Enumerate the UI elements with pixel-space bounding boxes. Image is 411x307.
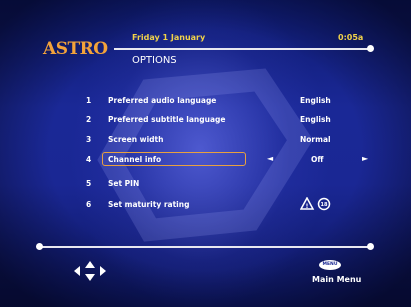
option-row-channel-info[interactable]: 4 Channel info ◄ Off ►	[0, 152, 411, 166]
option-value: Normal	[300, 135, 331, 144]
maturity-rating-badges: ! 18	[300, 197, 331, 211]
menu-button[interactable]: MENU	[319, 260, 341, 270]
option-value: Off	[311, 155, 324, 164]
option-label: Screen width	[108, 135, 164, 144]
rating-18-badge: 18	[317, 197, 331, 211]
options-screen: ASTRO Friday 1 January 0:05a OPTIONS 1 P…	[0, 0, 411, 307]
footer-divider	[36, 243, 374, 250]
astro-logo: ASTRO	[43, 39, 108, 59]
header-divider	[114, 45, 374, 52]
warning-triangle-icon: !	[300, 197, 315, 210]
main-menu-label: Main Menu	[312, 275, 362, 284]
option-number: 5	[86, 179, 92, 188]
option-label: Channel info	[108, 155, 162, 164]
option-row-set-pin[interactable]: 5 Set PIN	[0, 176, 411, 190]
option-value: English	[300, 115, 331, 124]
header-time: 0:05a	[338, 33, 364, 42]
svg-text:18: 18	[321, 202, 328, 208]
page-title: OPTIONS	[132, 55, 177, 66]
option-row-screen-width[interactable]: 3 Screen width Normal	[0, 132, 411, 146]
option-row-maturity-rating[interactable]: 6 Set maturity rating ! 18	[0, 197, 411, 211]
arrow-left-icon[interactable]: ◄	[267, 154, 273, 163]
option-number: 2	[86, 115, 92, 124]
option-label: Preferred subtitle language	[108, 115, 226, 124]
header-date: Friday 1 January	[132, 33, 206, 42]
option-label: Preferred audio language	[108, 96, 217, 105]
option-label: Set PIN	[108, 179, 140, 188]
arrow-right-icon[interactable]: ►	[362, 154, 368, 163]
option-number: 3	[86, 135, 92, 144]
option-number: 4	[86, 155, 92, 164]
svg-text:!: !	[306, 203, 309, 210]
directional-pad-icon	[74, 261, 106, 281]
option-number: 1	[86, 96, 92, 105]
option-row-audio-language[interactable]: 1 Preferred audio language English	[0, 93, 411, 107]
option-label: Set maturity rating	[108, 200, 190, 209]
option-value: English	[300, 96, 331, 105]
option-row-subtitle-language[interactable]: 2 Preferred subtitle language English	[0, 112, 411, 126]
option-number: 6	[86, 200, 92, 209]
